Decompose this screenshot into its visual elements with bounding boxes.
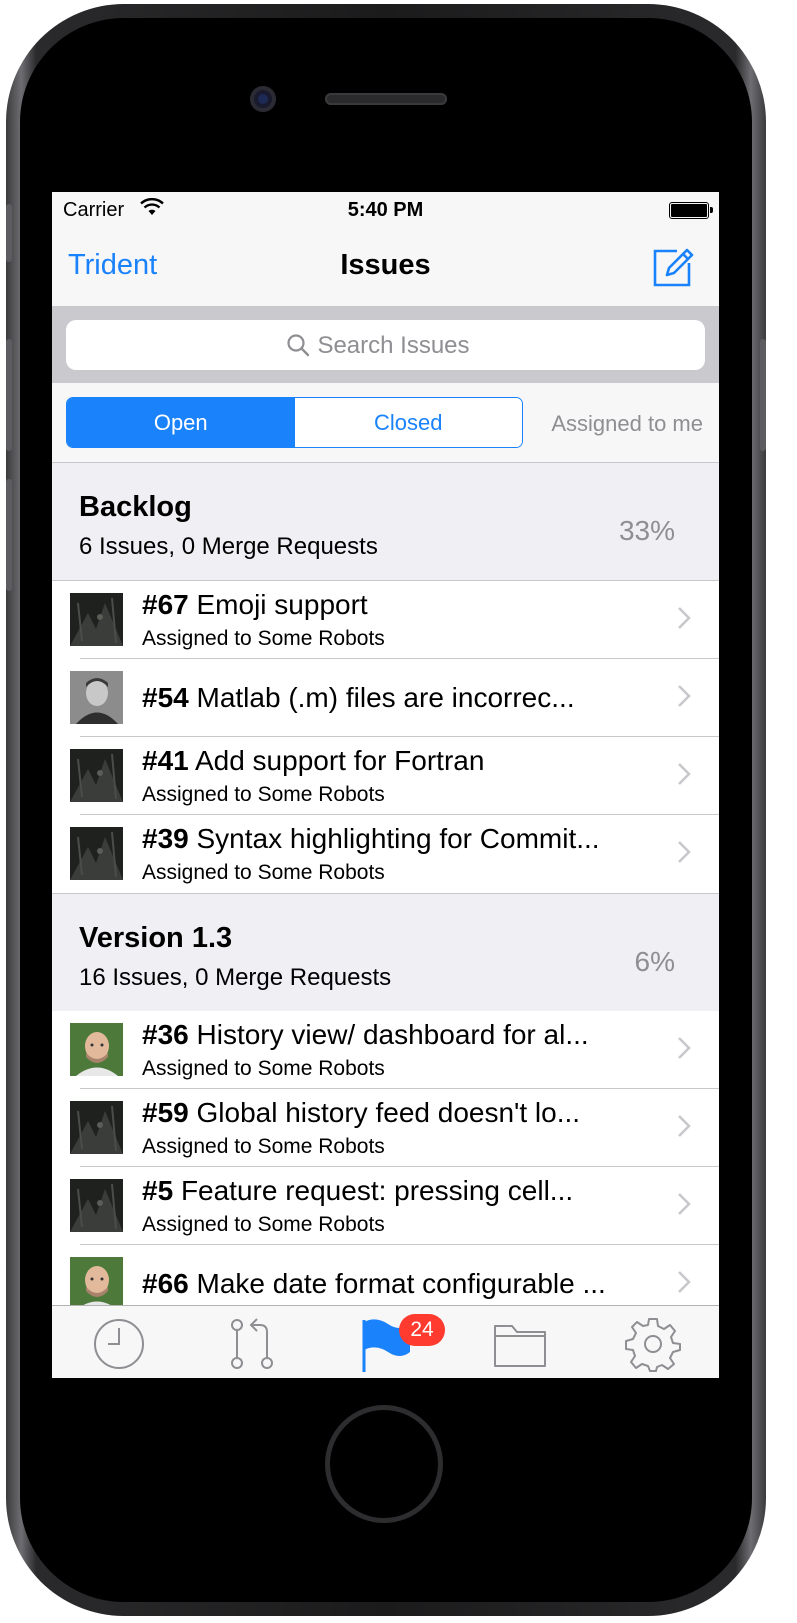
issue-row[interactable]: #5 Feature request: pressing cell... Ass… (52, 1167, 719, 1245)
milestone-progress: 33% (618, 515, 675, 546)
issue-title-line: #59 Global history feed doesn't lo... (142, 1097, 580, 1129)
chevron-right-icon (678, 1037, 691, 1059)
milestone-header[interactable]: Version 1.3 16 Issues, 0 Merge Requests … (52, 893, 719, 1012)
tab-bar: 24 (52, 1305, 719, 1378)
avatar (70, 749, 123, 802)
segment-open[interactable]: Open (67, 398, 295, 447)
issue-title: Emoji support (196, 589, 368, 620)
chevron-right-icon (678, 1271, 691, 1293)
camera-icon (250, 86, 276, 112)
issue-assignee: Assigned to Some Robots (142, 627, 385, 650)
state-segmented-control: Open Closed (66, 397, 523, 448)
mute-switch (6, 204, 12, 262)
issue-number: #41 (142, 745, 189, 776)
issue-number: #36 (142, 1019, 189, 1050)
issue-title-line: #41 Add support for Fortran (142, 745, 484, 777)
issue-title-line: #5 Feature request: pressing cell... (142, 1175, 573, 1207)
issue-number: #54 (142, 682, 189, 713)
status-bar: Carrier 5:40 PM (52, 192, 719, 232)
issue-assignee: Assigned to Some Robots (142, 783, 385, 806)
milestone-name: Version 1.3 (79, 922, 233, 954)
issue-row[interactable]: #41 Add support for Fortran Assigned to … (52, 737, 719, 815)
chevron-right-icon (678, 1193, 691, 1215)
avatar (70, 1179, 123, 1232)
chevron-right-icon (678, 841, 691, 863)
chevron-right-icon (678, 1115, 691, 1137)
assigned-to-me-toggle[interactable]: Assigned to me (551, 411, 703, 437)
issue-title: Global history feed doesn't lo... (196, 1097, 581, 1128)
issue-number: #67 (142, 589, 189, 620)
issue-title-line: #36 History view/ dashboard for al... (142, 1019, 589, 1051)
issue-title: Matlab (.m) files are incorrec... (196, 682, 575, 713)
milestone-name: Backlog (79, 491, 192, 523)
search-placeholder: Search Issues (317, 332, 470, 359)
issue-assignee: Assigned to Some Robots (142, 1213, 385, 1236)
clock-icon[interactable] (91, 1316, 147, 1372)
notification-badge: 24 (399, 1314, 445, 1346)
issue-title-line: #54 Matlab (.m) files are incorrec... (142, 682, 575, 714)
issue-title: Make date format configurable ... (196, 1268, 606, 1299)
chevron-right-icon (678, 685, 691, 707)
chevron-right-icon (678, 607, 691, 629)
status-time: 5:40 PM (347, 199, 424, 221)
issue-row[interactable]: #39 Syntax highlighting for Commit... As… (52, 815, 719, 893)
issue-row[interactable]: #59 Global history feed doesn't lo... As… (52, 1089, 719, 1167)
speaker-grille (325, 93, 447, 105)
issue-number: #66 (142, 1268, 189, 1299)
power-button (760, 339, 766, 451)
app-screen: Carrier 5:40 PM Trident Issues Search Is… (52, 192, 719, 1378)
compose-icon[interactable] (651, 245, 695, 289)
milestone-header[interactable]: Backlog 6 Issues, 0 Merge Requests 33% (52, 463, 719, 581)
issue-title: Syntax highlighting for Commit... (196, 823, 600, 854)
page-title: Issues (340, 249, 431, 281)
avatar (70, 671, 123, 724)
segment-closed[interactable]: Closed (294, 398, 522, 447)
gear-icon[interactable] (625, 1316, 681, 1372)
volume-up-button (6, 339, 12, 451)
avatar (70, 593, 123, 646)
issue-row[interactable]: #36 History view/ dashboard for al... As… (52, 1011, 719, 1089)
issue-title-line: #66 Make date format configurable ... (142, 1268, 606, 1300)
search-input[interactable]: Search Issues (66, 320, 705, 370)
avatar (70, 1101, 123, 1154)
navigation-bar: Trident Issues (52, 232, 719, 307)
search-bar-container: Search Issues (52, 307, 719, 383)
issue-title: Add support for Fortran (194, 745, 485, 776)
merge-request-icon[interactable] (224, 1316, 280, 1372)
battery-icon (669, 202, 713, 219)
issue-assignee: Assigned to Some Robots (142, 1057, 385, 1080)
chevron-right-icon (678, 763, 691, 785)
volume-down-button (6, 479, 12, 591)
avatar (70, 1257, 123, 1310)
avatar (70, 1023, 123, 1076)
issue-title: Feature request: pressing cell... (180, 1175, 574, 1206)
folder-icon[interactable] (492, 1316, 548, 1372)
issue-number: #39 (142, 823, 189, 854)
issue-assignee: Assigned to Some Robots (142, 1135, 385, 1158)
issue-row[interactable]: #54 Matlab (.m) files are incorrec... (52, 659, 719, 737)
milestone-summary: 16 Issues, 0 Merge Requests (79, 964, 392, 991)
issue-number: #5 (142, 1175, 174, 1206)
avatar (70, 827, 123, 880)
issue-assignee: Assigned to Some Robots (142, 861, 385, 884)
issue-row[interactable]: #67 Emoji support Assigned to Some Robot… (52, 581, 719, 659)
issue-title-line: #39 Syntax highlighting for Commit... (142, 823, 600, 855)
milestone-summary: 6 Issues, 0 Merge Requests (79, 533, 378, 560)
issue-title-line: #67 Emoji support (142, 589, 368, 621)
filter-bar: Open Closed Assigned to me (52, 383, 719, 463)
issue-title: History view/ dashboard for al... (196, 1019, 589, 1050)
milestone-progress: 6% (634, 946, 675, 977)
home-button[interactable] (325, 1405, 443, 1523)
issue-number: #59 (142, 1097, 189, 1128)
